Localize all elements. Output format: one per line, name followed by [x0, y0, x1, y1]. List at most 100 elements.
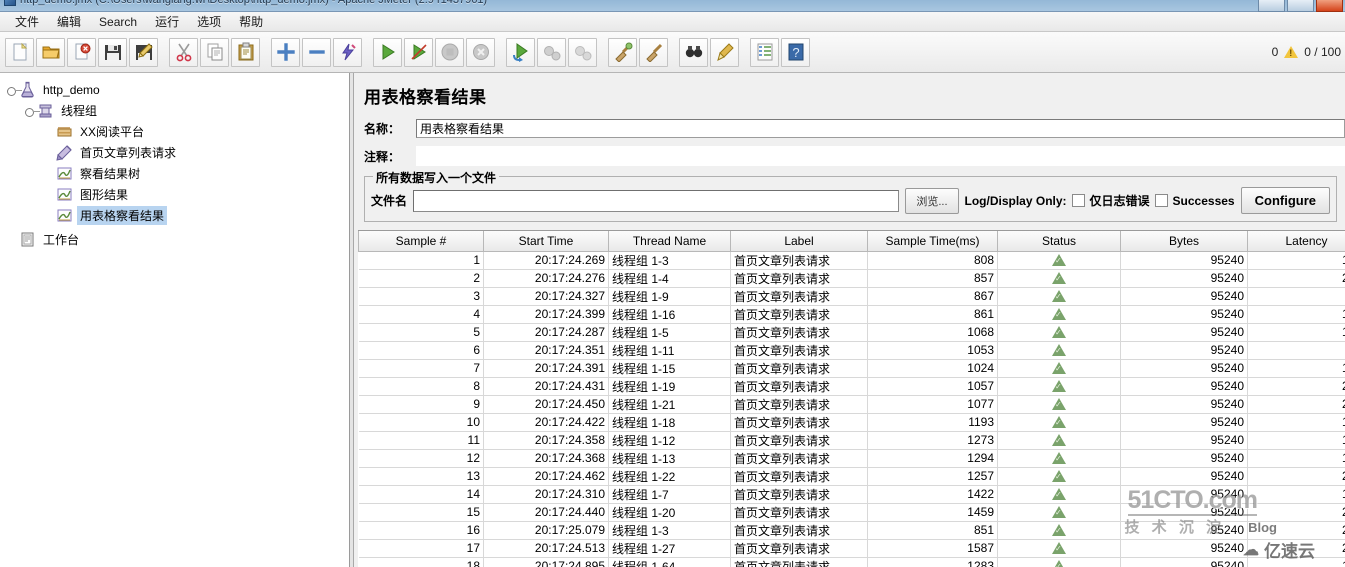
table-row[interactable]: 820:17:24.431线程组 1-19首页文章列表请求1057 9524020… — [358, 377, 1345, 396]
new-document-icon[interactable] — [5, 37, 34, 67]
table-row[interactable]: 1020:17:24.422线程组 1-18首页文章列表请求1193 952401… — [358, 413, 1345, 432]
table-row[interactable]: 1720:17:24.513线程组 1-27首页文章列表请求1587 952402… — [358, 539, 1345, 558]
tree-node-test-plan[interactable]: http_demo — [0, 79, 349, 100]
close-button[interactable] — [1316, 0, 1343, 12]
cell-bytes: 95240 — [1120, 269, 1248, 288]
cell-sample-time: 1053 — [867, 341, 998, 360]
cell-thread-name: 线程组 1-15 — [608, 359, 731, 378]
reset-search-icon[interactable] — [710, 37, 739, 67]
cell-sample: 6 — [358, 341, 484, 360]
cell-sample: 11 — [358, 431, 484, 450]
menu-file[interactable]: 文件 — [6, 11, 48, 32]
table-row[interactable]: 520:17:24.287线程组 1-5首页文章列表请求1068 95240139 — [358, 323, 1345, 342]
table-row[interactable]: 120:17:24.269线程组 1-3首页文章列表请求808 95240187 — [358, 251, 1345, 270]
table-row[interactable]: 220:17:24.276线程组 1-4首页文章列表请求857 95240209 — [358, 269, 1345, 288]
workbench-handle-icon[interactable] — [6, 234, 17, 245]
open-folder-icon[interactable] — [36, 37, 65, 67]
toggle-icon[interactable] — [333, 37, 362, 67]
close-document-icon[interactable] — [67, 37, 96, 67]
tree-node-workbench[interactable]: 工作台 — [0, 229, 349, 250]
stop-icon[interactable] — [435, 37, 464, 67]
results-table-container[interactable]: Sample # Start Time Thread Name Label Sa… — [358, 230, 1345, 567]
cell-thread-name: 线程组 1-27 — [608, 539, 731, 558]
menu-options[interactable]: 选项 — [188, 11, 230, 32]
tree-node-http-sampler[interactable]: 首页文章列表请求 — [0, 142, 349, 163]
table-row[interactable]: 1520:17:24.440线程组 1-20首页文章列表请求1459 952402… — [358, 503, 1345, 522]
cell-latency: 139 — [1247, 323, 1345, 342]
table-row[interactable]: 1220:17:24.368线程组 1-13首页文章列表请求1294 952401… — [358, 449, 1345, 468]
column-header-sample[interactable]: Sample # — [358, 231, 484, 252]
column-header-latency[interactable]: Latency — [1247, 231, 1345, 252]
table-row[interactable]: 420:17:24.399线程组 1-16首页文章列表请求861 95240127 — [358, 305, 1345, 324]
table-row[interactable]: 1120:17:24.358线程组 1-12首页文章列表请求1273 952401… — [358, 431, 1345, 450]
tree-node-thread-group[interactable]: 线程组 — [0, 100, 349, 121]
save-as-icon[interactable] — [129, 37, 158, 67]
success-triangle-icon — [1052, 469, 1066, 482]
column-header-bytes[interactable]: Bytes — [1120, 231, 1248, 252]
results-table: Sample # Start Time Thread Name Label Sa… — [358, 231, 1345, 567]
stop-remote-all-icon[interactable] — [568, 37, 597, 67]
window-controls[interactable] — [1258, 0, 1343, 12]
expand-handle-icon[interactable] — [6, 84, 22, 96]
cell-label: 首页文章列表请求 — [730, 377, 868, 396]
cell-status — [997, 287, 1121, 306]
table-row[interactable]: 320:17:24.327线程组 1-9首页文章列表请求867 9524071 — [358, 287, 1345, 306]
cell-label: 首页文章列表请求 — [730, 323, 868, 342]
maximize-button[interactable] — [1287, 0, 1314, 12]
table-row[interactable]: 920:17:24.450线程组 1-21首页文章列表请求1077 9524023… — [358, 395, 1345, 414]
cell-start-time: 20:17:24.358 — [483, 431, 609, 450]
table-row[interactable]: 1320:17:24.462线程组 1-22首页文章列表请求1257 952402… — [358, 467, 1345, 486]
cell-label: 首页文章列表请求 — [730, 305, 868, 324]
collapse-all-icon[interactable] — [302, 37, 331, 67]
tree-node-graph-results[interactable]: 图形结果 — [0, 184, 349, 205]
start-remote-icon[interactable] — [506, 37, 535, 67]
successes-checkbox[interactable] — [1154, 194, 1168, 207]
table-row[interactable]: 1820:17:24.895线程组 1-64首页文章列表请求1283 952401… — [358, 557, 1345, 567]
paste-icon[interactable] — [231, 37, 260, 67]
configure-button[interactable]: Configure — [1240, 187, 1330, 214]
start-remote-all-icon[interactable] — [537, 37, 566, 67]
comment-input[interactable] — [416, 146, 1345, 166]
column-header-label[interactable]: Label — [730, 231, 868, 252]
save-icon[interactable] — [98, 37, 127, 67]
clear-icon[interactable] — [608, 37, 637, 67]
clear-all-icon[interactable] — [639, 37, 668, 67]
search-icon[interactable] — [679, 37, 708, 67]
function-helper-icon[interactable] — [750, 37, 779, 67]
shutdown-icon[interactable] — [466, 37, 495, 67]
tree-node-view-results-table[interactable]: 用表格察看结果 — [0, 205, 349, 226]
cell-start-time: 20:17:24.310 — [483, 485, 609, 504]
table-row[interactable]: 1620:17:25.079线程组 1-3首页文章列表请求851 95240259 — [358, 521, 1345, 540]
column-header-thread[interactable]: Thread Name — [608, 231, 731, 252]
filename-input[interactable] — [413, 189, 900, 212]
menu-help[interactable]: 帮助 — [230, 11, 272, 32]
start-no-timers-icon[interactable] — [404, 37, 433, 67]
success-triangle-icon — [1052, 559, 1066, 567]
start-icon[interactable] — [373, 37, 402, 67]
menu-edit[interactable]: 编辑 — [48, 11, 90, 32]
table-row[interactable]: 1420:17:24.310线程组 1-7首页文章列表请求1422 9524016… — [358, 485, 1345, 504]
cut-icon[interactable] — [169, 37, 198, 67]
minimize-button[interactable] — [1258, 0, 1285, 12]
menu-search[interactable]: Search — [90, 13, 146, 31]
cell-label: 首页文章列表请求 — [730, 503, 868, 522]
warning-triangle-icon[interactable] — [1284, 46, 1299, 58]
cell-start-time: 20:17:24.399 — [483, 305, 609, 324]
expand-handle-icon[interactable] — [24, 105, 40, 117]
name-input[interactable]: 用表格察看结果 — [416, 118, 1345, 138]
table-row[interactable]: 720:17:24.391线程组 1-15首页文章列表请求1024 9524013… — [358, 359, 1345, 378]
errors-checkbox-label: 仅日志错误 — [1089, 194, 1150, 208]
column-header-time[interactable]: Sample Time(ms) — [867, 231, 998, 252]
menu-run[interactable]: 运行 — [146, 11, 188, 32]
column-header-start[interactable]: Start Time — [483, 231, 609, 252]
errors-checkbox[interactable] — [1071, 194, 1085, 207]
tree-node-config-element[interactable]: XX阅读平台 — [0, 121, 349, 142]
browse-button[interactable]: 浏览... — [905, 187, 959, 214]
copy-icon[interactable] — [200, 37, 229, 67]
tree-node-view-results-tree[interactable]: 察看结果树 — [0, 163, 349, 184]
column-header-status[interactable]: Status — [997, 231, 1121, 252]
help-icon[interactable]: ? — [781, 37, 810, 67]
cell-latency: 230 — [1247, 395, 1345, 414]
table-row[interactable]: 620:17:24.351线程组 1-11首页文章列表请求1053 9524077 — [358, 341, 1345, 360]
expand-all-icon[interactable] — [271, 37, 300, 67]
